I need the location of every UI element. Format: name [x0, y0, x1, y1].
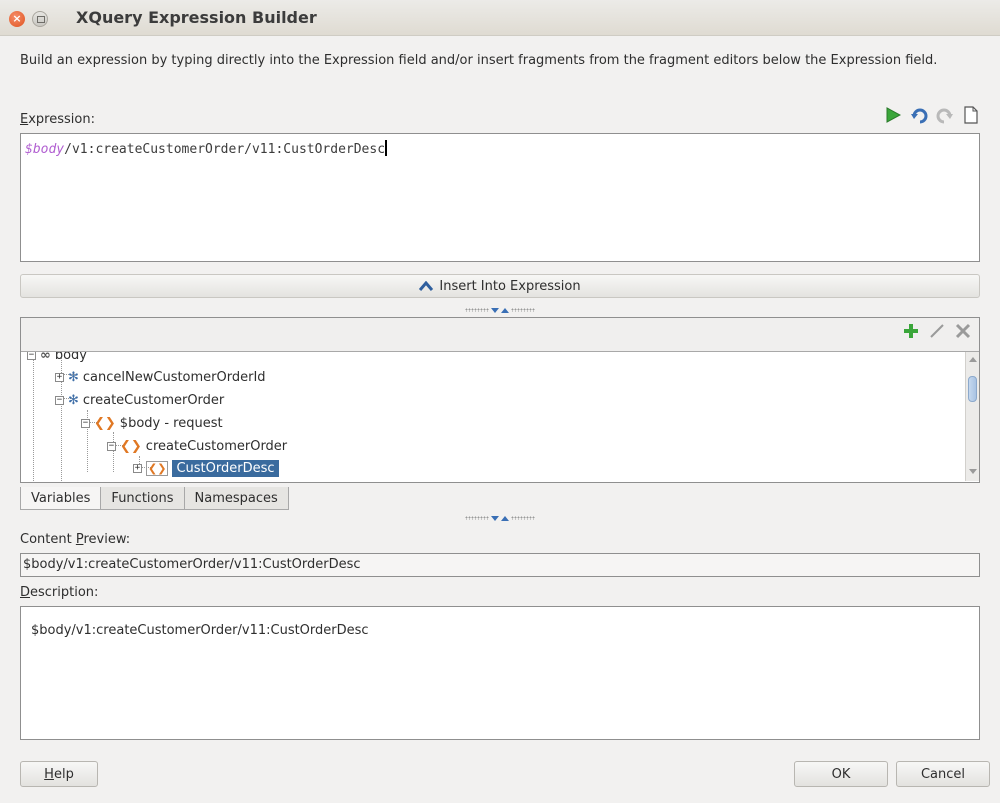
tree-scrollbar[interactable]	[965, 352, 979, 481]
tab-variables[interactable]: Variables	[20, 487, 102, 510]
tree-row[interactable]: − ❮❯ createCustomerOrder	[107, 435, 287, 457]
tree-toolbar	[903, 323, 971, 343]
tab-functions[interactable]: Functions	[100, 487, 185, 510]
content-preview-field: $body/v1:createCustomerOrder/v11:CustOrd…	[20, 553, 980, 577]
variable-icon: ∞	[40, 351, 51, 363]
scroll-down-icon[interactable]	[969, 469, 977, 474]
expression-input[interactable]: $body/v1:createCustomerOrder/v11:CustOrd…	[20, 133, 980, 262]
gear-icon: ✻	[68, 369, 79, 385]
tree-row-label: body	[54, 351, 87, 363]
expand-icon[interactable]: +	[133, 463, 142, 473]
cancel-button[interactable]: Cancel	[896, 761, 990, 787]
tree-row-selected[interactable]: + ❮❯ CustOrderDesc	[133, 457, 279, 479]
splitter-handle[interactable]	[460, 306, 540, 314]
redo-icon[interactable]	[936, 106, 954, 124]
description-field: $body/v1:createCustomerOrder/v11:CustOrd…	[20, 606, 980, 740]
content-preview-label: Content Preview:	[20, 532, 131, 547]
xml-element-icon: ❮❯	[120, 438, 142, 454]
title-bar: × XQuery Expression Builder	[0, 0, 1000, 36]
tree-row[interactable]: − ✻ createCustomerOrder	[55, 389, 224, 411]
scroll-up-icon[interactable]	[969, 357, 977, 362]
tree-row-label: createCustomerOrder	[82, 392, 225, 408]
instructions-text: Build an expression by typing directly i…	[20, 53, 938, 68]
collapse-icon[interactable]: −	[55, 395, 64, 405]
expression-variable: $body	[25, 142, 65, 157]
tree-row-label: cancelNewCustomerOrderId	[82, 369, 266, 385]
run-icon[interactable]	[884, 106, 902, 124]
tree-row[interactable]: − ❮❯ $body - request	[81, 412, 223, 434]
text-caret	[385, 140, 388, 156]
chevron-up-icon	[419, 281, 434, 291]
collapse-icon[interactable]: −	[27, 352, 36, 360]
gear-icon: ✻	[68, 392, 79, 408]
collapse-icon[interactable]: −	[81, 418, 90, 428]
clear-icon[interactable]	[962, 106, 980, 124]
help-button[interactable]: Help	[20, 761, 98, 787]
tree-row[interactable]: + ✻ cancelNewCustomerOrderId	[55, 366, 266, 388]
add-icon[interactable]	[903, 323, 919, 343]
scroll-thumb[interactable]	[968, 376, 977, 402]
expression-toolbar	[884, 106, 980, 124]
description-label: Description:	[20, 585, 99, 600]
xml-element-icon: ❮❯	[146, 460, 169, 476]
xml-element-icon: ❮❯	[94, 415, 116, 431]
tree-row[interactable]: − ∞ body	[27, 351, 87, 366]
expand-icon[interactable]: +	[55, 372, 64, 382]
tree-row-label: $body - request	[119, 415, 223, 431]
tree-row-label: createCustomerOrder	[145, 438, 288, 454]
collapse-icon[interactable]: −	[107, 441, 116, 451]
ok-button[interactable]: OK	[794, 761, 888, 787]
window-title: XQuery Expression Builder	[76, 8, 317, 27]
undo-icon[interactable]	[910, 106, 928, 124]
minimize-icon[interactable]	[32, 11, 48, 27]
tab-namespaces[interactable]: Namespaces	[183, 487, 289, 510]
fragment-editor-panel: − ∞ body + ✻ cancelNewCustomerOrderId − …	[20, 317, 980, 483]
insert-button-label: Insert Into Expression	[439, 278, 581, 294]
expression-label: Expression:	[20, 112, 95, 127]
tree-row-label: CustOrderDesc	[172, 459, 279, 477]
fragment-tabs: Variables Functions Namespaces	[20, 487, 289, 510]
splitter-handle[interactable]	[460, 514, 540, 522]
edit-icon[interactable]	[929, 323, 945, 343]
insert-into-expression-button[interactable]: Insert Into Expression	[20, 274, 980, 298]
close-icon[interactable]: ×	[9, 11, 25, 27]
variables-tree[interactable]: − ∞ body + ✻ cancelNewCustomerOrderId − …	[21, 351, 979, 482]
delete-icon[interactable]	[955, 323, 971, 343]
expression-path: /v1:createCustomerOrder/v11:CustOrderDes…	[64, 142, 386, 157]
